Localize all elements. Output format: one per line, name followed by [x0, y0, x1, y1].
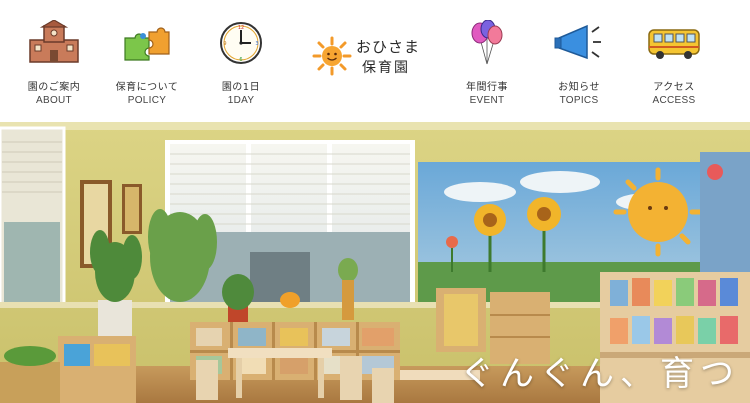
site-header: 園のご案内 ABOUT 保育について POLICY 12 3 6 9 園の1日 … [0, 0, 750, 122]
nav-label-en: TOPICS [559, 95, 599, 106]
nav-label-en: ABOUT [36, 95, 72, 106]
nav-item-1day[interactable]: 12 3 6 9 園の1日 1DAY [196, 0, 286, 122]
nav-item-policy[interactable]: 保育について POLICY [102, 0, 192, 122]
svg-text:9: 9 [223, 41, 226, 47]
svg-text:12: 12 [238, 25, 244, 31]
nav-item-event[interactable]: 年間行事 EVENT [442, 0, 532, 122]
svg-text:3: 3 [255, 41, 258, 47]
nav-label-jp: 園の1日 [221, 82, 261, 93]
nav-label-en: 1DAY [227, 95, 255, 106]
nav-label-jp: アクセス [653, 82, 695, 93]
megaphone-icon [551, 20, 607, 66]
site-logo[interactable]: おひさま 保育園 [308, 30, 428, 80]
hero-tagline: ぐんぐん、育つ [460, 354, 740, 394]
brand-name: おひさま [356, 38, 421, 56]
nav-label-en: EVENT [469, 95, 505, 106]
nav-item-about[interactable]: 園のご案内 ABOUT [9, 0, 99, 122]
nav-label-jp: お知らせ [558, 82, 600, 93]
sun-logo-icon [312, 36, 352, 76]
bus-icon [646, 20, 702, 66]
brand-subtitle: 保育園 [362, 60, 410, 76]
svg-text:6: 6 [239, 57, 242, 63]
nav-label-en: ACCESS [652, 95, 696, 106]
balloons-icon [459, 20, 515, 66]
nav-label-jp: 年間行事 [466, 82, 508, 93]
nav-item-topics[interactable]: お知らせ TOPICS [534, 0, 624, 122]
hero-image: ぐんぐん、育つ [0, 122, 750, 403]
nav-label-jp: 園のご案内 [27, 82, 81, 93]
nav-label-jp: 保育について [115, 82, 179, 93]
nav-item-access[interactable]: アクセス ACCESS [629, 0, 719, 122]
school-building-icon [26, 20, 82, 66]
nav-label-en: POLICY [127, 95, 167, 106]
clock-icon: 12 3 6 9 [213, 20, 269, 66]
puzzle-pieces-icon [119, 20, 175, 66]
